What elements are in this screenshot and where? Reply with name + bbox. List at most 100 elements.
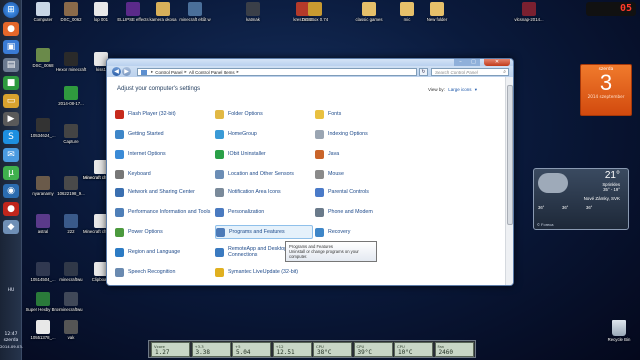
desktop-icon[interactable]: Hexor minecraft — [54, 52, 88, 72]
file-icon — [400, 2, 414, 16]
desktop-icon[interactable]: minecraftwu — [54, 292, 88, 312]
meter: +3.3 3.38 — [191, 342, 231, 357]
view-by-value[interactable]: Large icons — [448, 87, 471, 92]
control-panel-item[interactable]: Network and Sharing Center — [115, 185, 213, 199]
forward-button[interactable]: ▶ — [122, 67, 131, 76]
desktop-icon[interactable]: 10534624_... — [26, 118, 60, 138]
desktop-icon[interactable]: classic games — [352, 2, 386, 22]
control-panel-item[interactable]: Notification Area Icons — [215, 185, 313, 199]
file-icon — [246, 2, 260, 16]
weather-gadget[interactable]: 21° Sprinkles 35° - 19° Nové Zámky, SVK … — [533, 168, 629, 230]
desktop-icon[interactable]: ELLIPSE effects — [116, 2, 150, 22]
control-panel-item[interactable]: Folder Options — [215, 107, 313, 121]
skype-icon[interactable]: S — [3, 130, 19, 144]
media-icon[interactable]: ▶ — [3, 112, 19, 126]
control-panel-item-label: Notification Area Icons — [228, 189, 281, 195]
page-heading: Adjust your computer's settings — [117, 86, 201, 92]
control-panel-folder-icon — [141, 69, 147, 75]
control-panel-item[interactable]: Location and Other Sensors — [215, 167, 313, 181]
control-panel-item[interactable]: Fonts — [315, 107, 413, 121]
view-by-label: View by: — [428, 87, 445, 92]
search-icon: ⌕ — [503, 69, 506, 75]
meter-value: 1.27 — [155, 349, 170, 356]
control-panel-item[interactable]: Mouse — [315, 167, 413, 181]
desktop-icon[interactable]: vak — [54, 320, 88, 340]
search-input[interactable]: Search Control Panel ⌕ — [431, 68, 509, 76]
desktop-icon[interactable]: minecraft eltűt w — [178, 2, 212, 22]
taskbar-time[interactable]: 12:47 — [0, 332, 22, 338]
network-icon[interactable]: ◆ — [3, 220, 19, 234]
recycle-bin[interactable]: Recycle Bin — [601, 320, 637, 342]
title-bar[interactable]: – □ ✕ — [107, 59, 513, 66]
firefox-icon[interactable]: ● — [3, 22, 19, 36]
control-panel-item[interactable]: HomeGroup — [215, 127, 313, 141]
meter: CPU 38°C — [313, 342, 352, 357]
desktop-icon[interactable]: minecraftwu — [54, 262, 88, 282]
breadcrumb-all-items[interactable]: All Control Panel Items — [189, 70, 235, 75]
calendar-gadget[interactable]: szerda 3 2014 szeptember — [580, 64, 632, 116]
close-button[interactable]: ✕ — [484, 59, 510, 66]
app-icon[interactable]: ▤ — [3, 58, 19, 72]
breadcrumb-arrow-icon: ▸ — [151, 69, 154, 74]
scrollbar[interactable] — [505, 77, 513, 285]
control-panel-item[interactable]: Performance Information and Tools — [115, 205, 213, 219]
folder-icon[interactable]: ▭ — [3, 94, 19, 108]
control-panel-item[interactable]: Flash Player (32-bit) — [115, 107, 213, 121]
control-panel-item[interactable]: Recovery — [315, 225, 413, 239]
desktop-icon[interactable]: kamera okosa — [146, 2, 180, 22]
scrollbar-thumb[interactable] — [507, 85, 513, 225]
control-panel-item-label: Indexing Options — [328, 131, 368, 137]
control-panel-item[interactable]: Getting Started — [115, 127, 213, 141]
desktop-icon[interactable]: New folder — [420, 2, 454, 22]
control-panel-item[interactable]: Phone and Modem — [315, 205, 413, 219]
record-icon[interactable]: ● — [3, 202, 19, 216]
control-panel-item-label: Fonts — [328, 111, 342, 117]
address-bar[interactable]: ▸ Control Panel ▸ All Control Panel Item… — [137, 68, 417, 76]
refresh-button[interactable]: ↻ — [419, 68, 428, 76]
minimize-button[interactable]: – — [454, 59, 467, 66]
control-panel-item[interactable]: Power Options — [115, 225, 213, 239]
control-panel-item[interactable]: Speech Recognition — [115, 265, 213, 279]
meter: CPU 10°C — [394, 342, 433, 357]
steam-icon[interactable]: ◉ — [3, 184, 19, 198]
control-panel-item[interactable]: Programs and Features — [215, 225, 313, 239]
settings-icon — [215, 169, 224, 179]
control-panel-item[interactable]: Symantec LiveUpdate (32-bit) — [215, 265, 313, 279]
desktop-icon[interactable]: DSC_0062 — [54, 2, 88, 22]
file-icon — [94, 2, 108, 16]
desktop-icon[interactable]: vlcsnap-2014... — [512, 2, 546, 22]
control-panel-item[interactable]: IObit Uninstaller — [215, 147, 313, 161]
digital-clock-gadget[interactable]: 05 — [586, 2, 636, 16]
control-panel-item[interactable]: Keyboard — [115, 167, 213, 181]
desktop-icon-label: 2014-08-17... — [58, 101, 84, 106]
forecast-day: 36° — [562, 205, 569, 210]
forecast-day: 36° — [538, 205, 545, 210]
desktop-icon[interactable]: lop 001 — [84, 2, 118, 22]
control-panel-item[interactable]: Parental Controls — [315, 185, 413, 199]
language-indicator[interactable]: HU — [0, 288, 22, 294]
desktop-icon[interactable]: katmak — [236, 2, 270, 22]
start-button[interactable]: ⊞ — [3, 2, 19, 18]
desktop-icon[interactable]: DOSBox 0.74 — [298, 2, 332, 22]
file-icon — [36, 2, 50, 16]
chat-icon[interactable]: ✉ — [3, 148, 19, 162]
maximize-button[interactable]: □ — [467, 59, 480, 66]
control-panel-item[interactable]: Internet Options — [115, 147, 213, 161]
breadcrumb-control-panel[interactable]: Control Panel — [155, 70, 182, 75]
control-panel-item[interactable]: Region and Language — [115, 245, 213, 259]
desktop-icon-label: kiss1 — [96, 67, 106, 72]
utorrent-icon[interactable]: μ — [3, 166, 19, 180]
file-icon — [64, 262, 78, 276]
desktop-icon[interactable]: mic — [390, 2, 424, 22]
settings-icon — [315, 227, 324, 237]
explorer-icon[interactable]: ▣ — [3, 40, 19, 54]
control-panel-item[interactable]: Indexing Options — [315, 127, 413, 141]
minecraft-icon[interactable]: ■ — [3, 76, 19, 90]
view-by-control[interactable]: View by: Large icons ▾ — [428, 87, 477, 93]
control-panel-item[interactable]: Personalization — [215, 205, 313, 219]
control-panel-item[interactable]: Java — [315, 147, 413, 161]
meter-value: 2460 — [438, 349, 453, 356]
back-button[interactable]: ◀ — [112, 67, 121, 76]
desktop-icon[interactable]: 2014-08-17... — [54, 86, 88, 106]
meter-value: 38°C — [317, 349, 332, 356]
